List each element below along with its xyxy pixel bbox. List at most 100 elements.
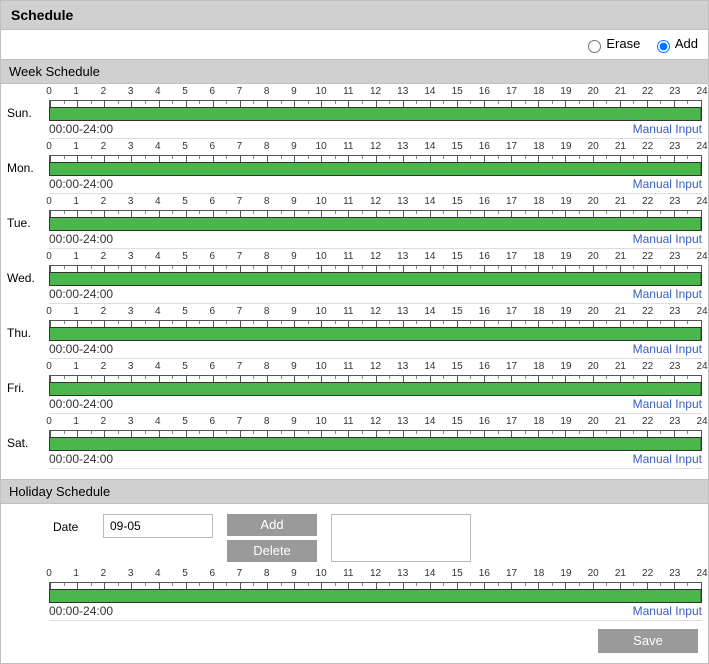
active-range[interactable] — [50, 383, 701, 395]
hour-label: 21 — [615, 251, 626, 262]
schedule-track[interactable] — [49, 589, 702, 603]
schedule-track[interactable] — [49, 272, 702, 286]
delete-button[interactable]: Delete — [227, 540, 317, 562]
schedule-row: Mon.012345678910111213141516171819202122… — [1, 139, 708, 194]
manual-input-link[interactable]: Manual Input — [633, 177, 702, 191]
range-text: 00:00-24:00 — [49, 122, 113, 136]
manual-input-link[interactable]: Manual Input — [633, 604, 702, 618]
schedule-row: Sun.012345678910111213141516171819202122… — [1, 84, 708, 139]
hour-label: 13 — [397, 251, 408, 262]
hour-label: 9 — [291, 141, 297, 152]
timeline[interactable]: 0123456789101112131415161718192021222324… — [49, 361, 702, 414]
ruler — [49, 100, 702, 107]
manual-input-link[interactable]: Manual Input — [633, 287, 702, 301]
hour-label: 2 — [101, 141, 107, 152]
manual-input-link[interactable]: Manual Input — [633, 122, 702, 136]
timeline[interactable]: 0123456789101112131415161718192021222324… — [49, 416, 702, 469]
schedule-track[interactable] — [49, 437, 702, 451]
timeline[interactable]: 0123456789101112131415161718192021222324… — [49, 141, 702, 194]
hour-label: 5 — [182, 416, 188, 427]
hour-label: 7 — [237, 361, 243, 372]
manual-input-link[interactable]: Manual Input — [633, 397, 702, 411]
hour-label: 11 — [343, 568, 353, 579]
active-range[interactable] — [50, 108, 701, 120]
holiday-row-wrap: 0123456789101112131415161718192021222324… — [0, 566, 709, 621]
hour-labels: 0123456789101112131415161718192021222324 — [49, 86, 702, 100]
schedule-track[interactable] — [49, 217, 702, 231]
hour-label: 3 — [128, 251, 134, 262]
ruler — [49, 582, 702, 589]
active-range[interactable] — [50, 218, 701, 230]
add-radio-label[interactable]: Add — [652, 36, 698, 51]
hour-label: 6 — [209, 361, 215, 372]
hour-label: 1 — [73, 568, 79, 579]
date-input[interactable] — [103, 514, 213, 538]
hour-label: 6 — [209, 306, 215, 317]
active-range[interactable] — [50, 163, 701, 175]
timeline[interactable]: 0123456789101112131415161718192021222324… — [49, 251, 702, 304]
hour-label: 20 — [588, 141, 599, 152]
manual-input-link[interactable]: Manual Input — [633, 342, 702, 356]
hour-label: 14 — [424, 141, 435, 152]
timeline[interactable]: 0123456789101112131415161718192021222324… — [49, 86, 702, 139]
hour-label: 21 — [615, 568, 626, 579]
hour-label: 1 — [73, 361, 79, 372]
schedule-track[interactable] — [49, 382, 702, 396]
hour-label: 9 — [291, 568, 297, 579]
add-button[interactable]: Add — [227, 514, 317, 536]
erase-radio-label[interactable]: Erase — [583, 36, 644, 51]
hour-label: 0 — [46, 86, 52, 97]
hour-label: 22 — [642, 568, 653, 579]
active-range[interactable] — [50, 273, 701, 285]
hour-label: 2 — [101, 86, 107, 97]
timeline[interactable]: 0123456789101112131415161718192021222324… — [49, 568, 702, 621]
day-label: Mon. — [7, 141, 49, 175]
hour-label: 19 — [560, 306, 571, 317]
day-label: Sun. — [7, 86, 49, 120]
hour-label: 22 — [642, 141, 653, 152]
hour-label: 21 — [615, 361, 626, 372]
hour-label: 6 — [209, 251, 215, 262]
hour-label: 7 — [237, 86, 243, 97]
day-label: Fri. — [7, 361, 49, 395]
hour-labels: 0123456789101112131415161718192021222324 — [49, 141, 702, 155]
day-label: Wed. — [7, 251, 49, 285]
timeline[interactable]: 0123456789101112131415161718192021222324… — [49, 306, 702, 359]
hour-label: 4 — [155, 568, 161, 579]
holiday-list[interactable] — [331, 514, 471, 562]
hour-label: 5 — [182, 306, 188, 317]
schedule-track[interactable] — [49, 107, 702, 121]
hour-label: 23 — [669, 416, 680, 427]
hour-label: 17 — [506, 196, 517, 207]
schedule-row: Sat.012345678910111213141516171819202122… — [1, 414, 708, 469]
hour-label: 10 — [316, 196, 327, 207]
hour-label: 4 — [155, 251, 161, 262]
hour-label: 8 — [264, 306, 270, 317]
hour-label: 17 — [506, 86, 517, 97]
hour-label: 17 — [506, 251, 517, 262]
active-range[interactable] — [50, 438, 701, 450]
active-range[interactable] — [50, 590, 701, 602]
erase-radio[interactable] — [588, 40, 601, 53]
hour-label: 15 — [452, 361, 463, 372]
schedule-track[interactable] — [49, 327, 702, 341]
schedule-track[interactable] — [49, 162, 702, 176]
hour-label: 24 — [696, 306, 707, 317]
hour-label: 23 — [669, 361, 680, 372]
manual-input-link[interactable]: Manual Input — [633, 452, 702, 466]
schedule-row: Wed.012345678910111213141516171819202122… — [1, 249, 708, 304]
active-range[interactable] — [50, 328, 701, 340]
hour-label: 6 — [209, 568, 215, 579]
hour-label: 12 — [370, 416, 381, 427]
hour-label: 3 — [128, 568, 134, 579]
timeline[interactable]: 0123456789101112131415161718192021222324… — [49, 196, 702, 249]
manual-input-link[interactable]: Manual Input — [633, 232, 702, 246]
hour-label: 2 — [101, 196, 107, 207]
mode-selector: Erase Add — [0, 30, 709, 59]
hour-label: 23 — [669, 196, 680, 207]
add-radio[interactable] — [657, 40, 670, 53]
hour-label: 13 — [397, 86, 408, 97]
hour-label: 20 — [588, 86, 599, 97]
hour-label: 3 — [128, 361, 134, 372]
week-rows: Sun. 012345678910111213141516171819202122… — [0, 84, 709, 469]
